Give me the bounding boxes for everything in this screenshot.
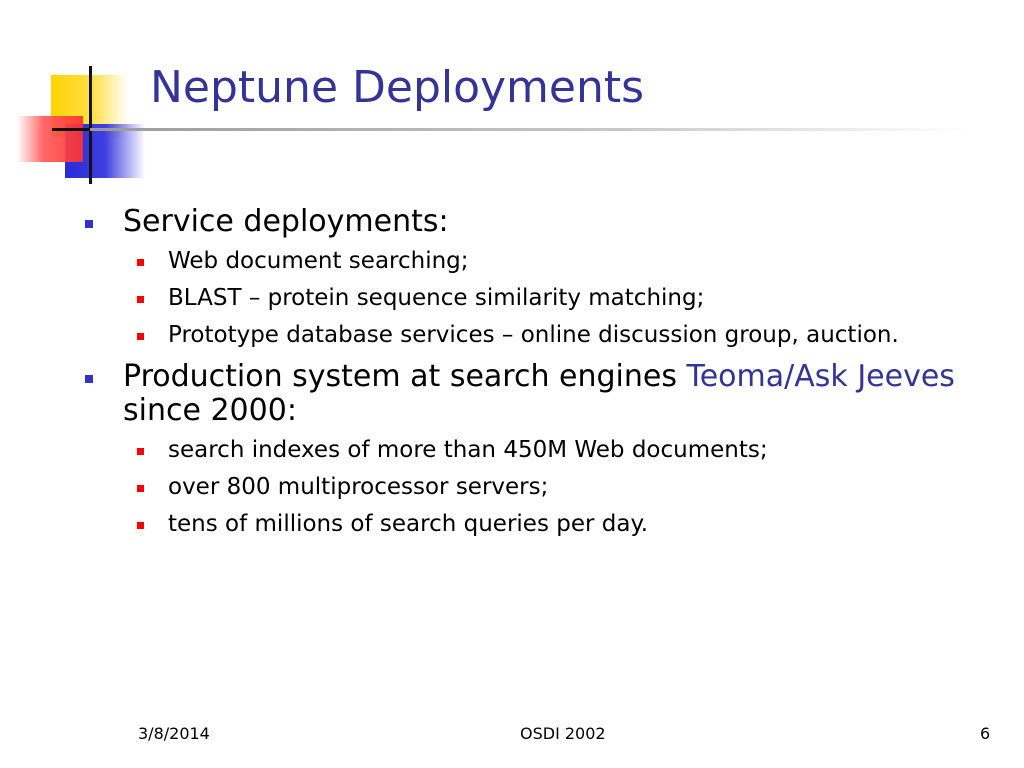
bullet-text: Service deployments: <box>123 204 449 239</box>
sub-bullet-text: over 800 multiprocessor servers; <box>168 474 549 500</box>
bullet-highlight-text: Teoma/Ask Jeeves <box>686 359 955 394</box>
footer-conference: OSDI 2002 <box>520 724 606 743</box>
sub-bullet: BLAST – protein sequence similarity matc… <box>85 283 985 313</box>
bullet-text-continuation: since 2000: <box>123 393 297 428</box>
red-square-bullet-icon <box>137 522 144 529</box>
footer-page-number: 6 <box>980 724 991 743</box>
blue-square-bullet-icon <box>85 220 93 228</box>
bullet-text: Production system at search engines <box>123 359 687 394</box>
red-square-bullet-icon <box>137 333 144 340</box>
red-square-decoration <box>17 116 83 162</box>
bullet-level1: Service deployments: <box>85 205 985 239</box>
sub-bullet-text: tens of millions of search queries per d… <box>168 511 649 537</box>
bullet-level1: Production system at search engines Teom… <box>85 360 985 428</box>
red-square-bullet-icon <box>137 296 144 303</box>
sub-bullet: Prototype database services – online dis… <box>85 320 985 350</box>
slide-logo-decoration <box>0 0 160 190</box>
slide: Neptune Deployments Service deployments:… <box>0 0 1024 768</box>
sub-bullet-text: BLAST – protein sequence similarity matc… <box>168 285 705 311</box>
title-underline <box>90 128 970 131</box>
sub-bullet-text: Prototype database services – online dis… <box>168 322 899 348</box>
red-square-bullet-icon <box>137 259 144 266</box>
red-square-bullet-icon <box>137 448 144 455</box>
slide-content: Service deployments: Web document search… <box>85 205 985 539</box>
red-square-bullet-icon <box>137 485 144 492</box>
sub-bullet: Web document searching; <box>85 246 985 276</box>
sub-bullet-text: search indexes of more than 450M Web doc… <box>168 437 768 463</box>
sub-bullet: search indexes of more than 450M Web doc… <box>85 435 985 465</box>
sub-bullet: over 800 multiprocessor servers; <box>85 472 985 502</box>
blue-square-bullet-icon <box>85 375 93 383</box>
vertical-line-decoration <box>89 66 92 184</box>
slide-title: Neptune Deployments <box>150 62 645 113</box>
sub-bullet: tens of millions of search queries per d… <box>85 509 985 539</box>
sub-bullet-text: Web document searching; <box>168 248 469 274</box>
footer-date: 3/8/2014 <box>138 724 210 743</box>
